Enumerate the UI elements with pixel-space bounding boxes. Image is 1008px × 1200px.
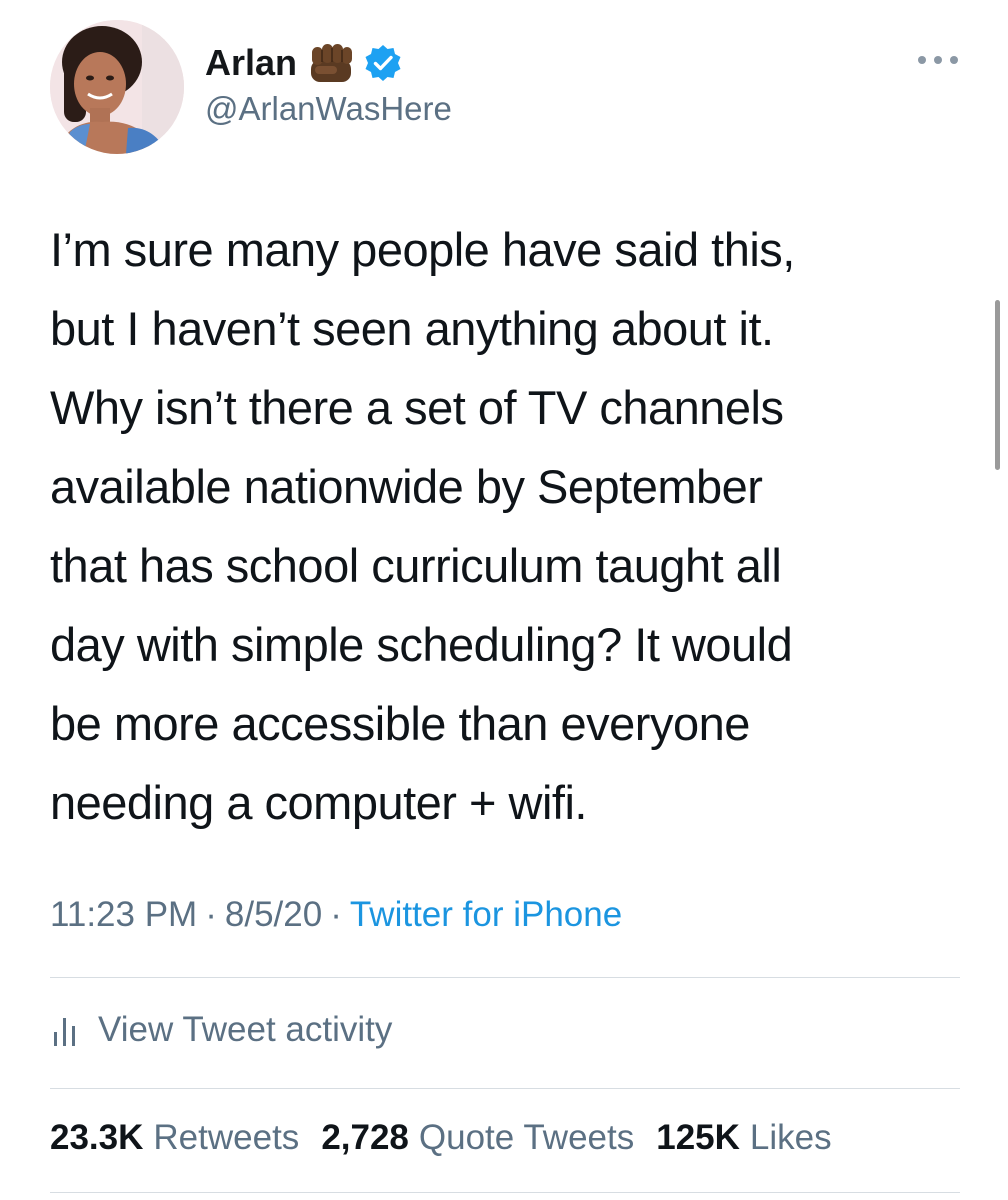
more-dot-icon bbox=[918, 56, 926, 64]
likes-label: Likes bbox=[749, 1118, 832, 1157]
quote-tweets-count: 2,728 bbox=[321, 1118, 409, 1157]
tweet-metadata: 11:23 PM · 8/5/20 · Twitter for iPhone bbox=[50, 895, 622, 935]
meta-separator: · bbox=[205, 895, 217, 934]
tweet-source-link[interactable]: Twitter for iPhone bbox=[350, 895, 622, 934]
verified-badge-icon bbox=[363, 43, 403, 83]
divider bbox=[50, 1088, 960, 1089]
likes-stat[interactable]: 125K Likes bbox=[656, 1118, 831, 1158]
tweet-text: I’m sure many people have said this, but… bbox=[50, 223, 795, 829]
tweet-stats: 23.3K Retweets 2,728 Quote Tweets 125K Like… bbox=[50, 1118, 854, 1158]
retweets-count: 23.3K bbox=[50, 1118, 144, 1157]
author-name-row[interactable]: Arlan bbox=[205, 40, 403, 86]
profile-photo-icon bbox=[50, 20, 184, 154]
likes-count: 125K bbox=[656, 1118, 740, 1157]
divider bbox=[50, 1192, 960, 1193]
bar-chart-icon bbox=[50, 1012, 80, 1048]
quote-tweets-label: Quote Tweets bbox=[418, 1118, 635, 1157]
quote-tweets-stat[interactable]: 2,728 Quote Tweets bbox=[321, 1118, 634, 1158]
display-name[interactable]: Arlan bbox=[205, 42, 297, 84]
retweets-stat[interactable]: 23.3K Retweets bbox=[50, 1118, 299, 1158]
author-handle[interactable]: @ArlanWasHere bbox=[205, 90, 452, 128]
more-dot-icon bbox=[950, 56, 958, 64]
view-tweet-activity-button[interactable]: View Tweet activity bbox=[50, 1005, 392, 1055]
retweets-label: Retweets bbox=[153, 1118, 300, 1157]
tweet-detail: Arlan @ArlanWasHere I’m sure many people bbox=[0, 0, 1008, 1200]
tweet-time[interactable]: 11:23 PM bbox=[50, 895, 197, 934]
more-options-button[interactable] bbox=[918, 48, 958, 72]
scrollbar[interactable] bbox=[995, 300, 1000, 470]
meta-separator: · bbox=[330, 895, 342, 934]
raised-fist-icon bbox=[309, 42, 355, 84]
more-dot-icon bbox=[934, 56, 942, 64]
view-tweet-activity-label: View Tweet activity bbox=[98, 1010, 393, 1049]
avatar[interactable] bbox=[50, 20, 184, 154]
tweet-date[interactable]: 8/5/20 bbox=[225, 895, 322, 934]
divider bbox=[50, 977, 960, 978]
